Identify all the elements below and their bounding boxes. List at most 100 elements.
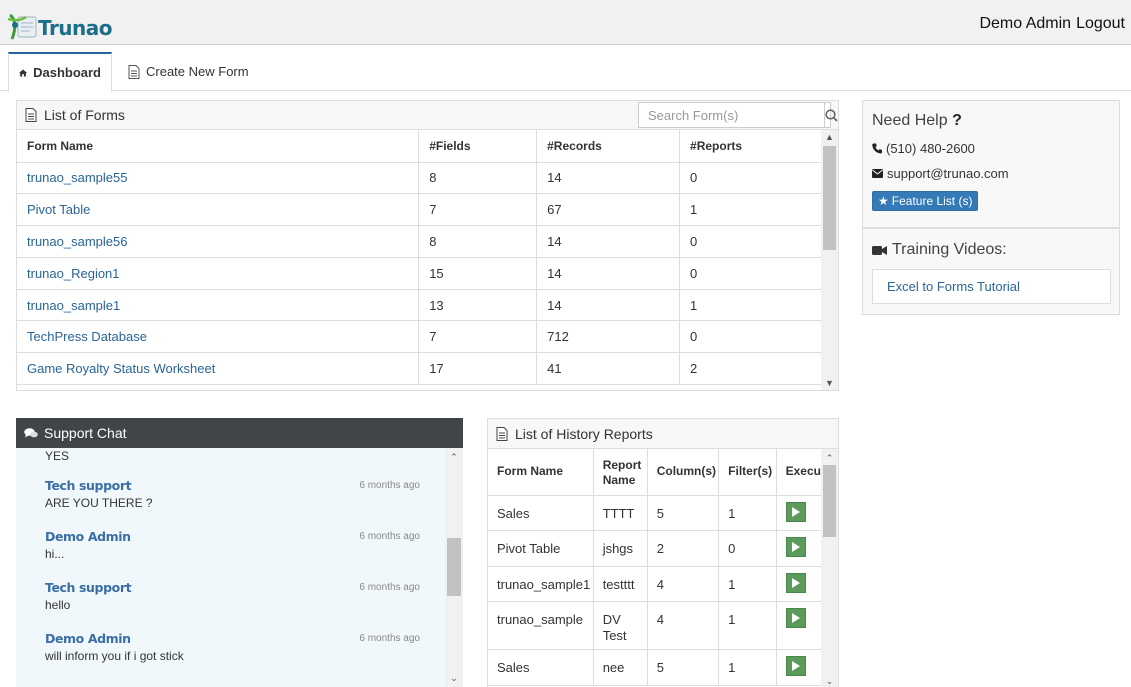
tab-create-new-form[interactable]: Create New Form — [118, 52, 259, 91]
records-count: 14 — [536, 257, 681, 290]
chat-bubbles-icon — [24, 427, 38, 437]
list-of-forms-panel: List of Forms Form Name #Fields #Records… — [16, 100, 839, 391]
need-help-panel: Need Help ? (510) 480-2600 support@truna… — [862, 100, 1120, 228]
table-row: Sales TTTT 5 1 — [488, 495, 823, 531]
forms-scrollbar[interactable]: ▲ ▼ — [821, 130, 838, 390]
form-name-link[interactable]: Game Royalty Status Worksheet — [17, 352, 420, 386]
training-videos-title: Training Videos: — [872, 241, 1007, 259]
chat-scrollbar[interactable]: ⌃ ⌄ — [445, 448, 463, 687]
execute-report-button[interactable] — [785, 501, 806, 522]
fields-count: 17 — [418, 352, 538, 386]
training-videos-panel: Training Videos: Excel to Forms Tutorial — [862, 228, 1120, 315]
play-icon — [792, 506, 801, 517]
scroll-thumb[interactable] — [823, 146, 836, 250]
support-email[interactable]: support@trunao.com — [887, 166, 1009, 181]
execute-report-button[interactable] — [785, 572, 806, 593]
message-time: 6 months ago — [359, 582, 420, 593]
column-header[interactable]: Form Name — [488, 449, 594, 496]
phone-row: (510) 480-2600 — [872, 141, 975, 156]
training-videos-title-text: Training Videos: — [892, 241, 1007, 258]
logo-text: Trunao — [38, 16, 113, 40]
history-scrollbar[interactable]: ⌃ ⌄ — [821, 449, 838, 687]
execute-report-button[interactable] — [785, 607, 806, 628]
column-header[interactable]: Form Name — [17, 130, 420, 163]
table-row: trunao_Region1 15 14 0 — [17, 257, 822, 290]
home-icon — [19, 69, 28, 76]
execute-cell — [776, 601, 823, 650]
form-name-link[interactable]: TechPress Database — [17, 320, 420, 354]
column-header[interactable]: Column(s) — [647, 449, 720, 496]
execute-cell — [776, 566, 823, 602]
table-row: Pivot Table 7 67 1 — [17, 193, 822, 227]
chat-message: Tech support 6 months ago hello — [45, 580, 420, 612]
filters-count: 1 — [718, 601, 777, 650]
form-name-link[interactable]: trunao_sample56 — [17, 225, 420, 258]
form-name-link[interactable]: trunao_sample1 — [17, 289, 420, 322]
form-name: trunao_sample1 — [488, 566, 594, 602]
history-panel-title: List of History Reports — [515, 425, 653, 442]
scroll-up-arrow-icon[interactable]: ⌃ — [445, 450, 463, 464]
history-reports-panel: List of History Reports Form Name Report… — [487, 418, 839, 687]
top-header: Trunao Demo Admin Logout — [0, 0, 1131, 45]
message-text: will inform you if i got stick — [45, 649, 184, 663]
scroll-down-arrow-icon[interactable]: ▼ — [821, 376, 838, 390]
forms-table-header: Form Name #Fields #Records #Reports — [17, 130, 822, 163]
document-icon — [25, 108, 37, 122]
column-header[interactable]: #Fields — [418, 130, 538, 163]
reports-count: 2 — [679, 352, 822, 386]
scroll-down-arrow-icon[interactable]: ⌄ — [445, 671, 463, 685]
table-row: TechPress Database 7 712 0 — [17, 320, 822, 354]
fields-count: 8 — [418, 162, 538, 195]
form-name-link[interactable]: trunao_Region1 — [17, 257, 420, 290]
chat-message: Demo Admin 6 months ago hi... — [45, 529, 420, 561]
video-link-excel-to-forms[interactable]: Excel to Forms Tutorial — [872, 269, 1111, 304]
scroll-thumb[interactable] — [447, 538, 461, 596]
report-name: jshgs — [593, 530, 648, 567]
records-count: 41 — [536, 352, 681, 386]
question-mark-icon: ? — [952, 112, 962, 129]
filters-count: 1 — [718, 649, 777, 686]
filters-count: 1 — [718, 495, 777, 531]
history-table: Form Name Report Name Column(s) Filter(s… — [488, 449, 823, 686]
reports-count: 0 — [679, 225, 822, 258]
column-header[interactable]: #Records — [536, 130, 681, 163]
reports-count: 0 — [679, 162, 822, 195]
report-name: TTTT — [593, 495, 648, 531]
chat-messages: YES Tech support 6 months ago ARE YOU TH… — [16, 448, 445, 687]
scroll-up-arrow-icon[interactable]: ▲ — [821, 130, 838, 144]
columns-count: 4 — [647, 601, 720, 650]
form-name-link[interactable]: trunao_sample55 — [17, 162, 420, 195]
column-header[interactable]: Filter(s) — [718, 449, 777, 496]
support-chat-header: Support Chat — [16, 418, 463, 448]
envelope-icon — [872, 169, 883, 178]
scroll-down-arrow-icon[interactable]: ⌄ — [821, 674, 838, 687]
logo[interactable]: Trunao — [6, 10, 113, 42]
column-header[interactable]: Execu — [776, 449, 823, 496]
phone-number: (510) 480-2600 — [886, 141, 975, 156]
table-row: trunao_sample56 8 14 0 — [17, 225, 822, 258]
column-header[interactable]: Report Name — [593, 449, 648, 496]
main-tabs: Dashboard Create New Form — [0, 52, 1131, 92]
form-name-link[interactable]: Pivot Table — [17, 193, 420, 227]
reports-count: 0 — [679, 257, 822, 290]
email-row: support@trunao.com — [872, 166, 1009, 181]
feature-list-button[interactable]: ★ Feature List (s) — [872, 191, 979, 211]
scroll-thumb[interactable] — [823, 465, 836, 537]
fields-count: 15 — [418, 257, 538, 290]
search-button[interactable] — [824, 103, 838, 127]
history-table-header: Form Name Report Name Column(s) Filter(s… — [488, 449, 823, 496]
message-time: 6 months ago — [359, 480, 420, 491]
feature-list-label: Feature List (s) — [891, 194, 973, 208]
reports-count: 0 — [679, 320, 822, 354]
column-header[interactable]: #Reports — [679, 130, 822, 163]
table-row: Sales nee 5 1 — [488, 649, 823, 686]
tab-dashboard[interactable]: Dashboard — [8, 52, 112, 92]
document-icon — [128, 64, 140, 79]
logout-link[interactable]: Logout — [1076, 15, 1125, 33]
search-forms-input[interactable] — [639, 103, 824, 127]
scroll-up-arrow-icon[interactable]: ⌃ — [821, 451, 838, 465]
filters-count: 1 — [718, 566, 777, 602]
execute-report-button[interactable] — [785, 655, 806, 676]
execute-report-button[interactable] — [785, 536, 806, 557]
user-name-link[interactable]: Demo Admin — [979, 15, 1071, 33]
